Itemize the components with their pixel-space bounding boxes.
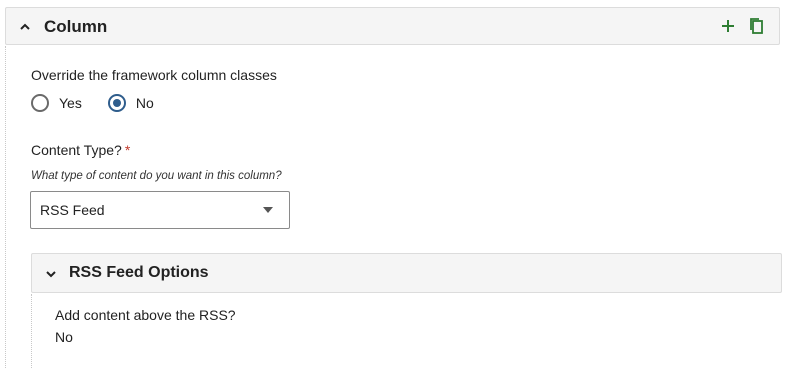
copy-icon (750, 18, 763, 34)
rss-above-content-value: No (55, 329, 73, 345)
content-type-select[interactable]: RSS Feed (30, 191, 290, 229)
override-radio-group: Yes No (31, 94, 154, 112)
add-column-button[interactable] (719, 16, 737, 36)
panel-body-border (5, 46, 6, 368)
override-yes-radio[interactable]: Yes (31, 94, 82, 112)
content-type-selected-value: RSS Feed (40, 202, 105, 218)
panel-title: Column (44, 17, 108, 36)
copy-column-button[interactable] (747, 16, 765, 36)
rss-options-title: RSS Feed Options (69, 264, 209, 281)
radio-checked-icon[interactable] (107, 94, 126, 112)
override-yes-label: Yes (59, 95, 82, 111)
content-type-label: Content Type? * (31, 142, 130, 158)
column-panel-header[interactable]: Column (5, 7, 780, 45)
required-marker: * (124, 142, 131, 158)
plus-icon (722, 20, 734, 32)
chevron-up-icon[interactable] (19, 21, 31, 33)
override-no-label: No (135, 95, 154, 111)
override-label: Override the framework column classes (31, 67, 277, 83)
radio-unchecked-icon[interactable] (31, 94, 49, 112)
override-no-radio[interactable]: No (107, 94, 154, 112)
rss-options-body-border (31, 294, 32, 368)
rss-options-panel-header[interactable]: RSS Feed Options (31, 253, 782, 293)
chevron-down-icon[interactable] (45, 268, 57, 280)
caret-down-icon (263, 207, 273, 213)
content-type-label-text: Content Type? (31, 142, 122, 158)
content-type-hint: What type of content do you want in this… (31, 170, 282, 182)
rss-above-content-label: Add content above the RSS? (55, 307, 236, 323)
